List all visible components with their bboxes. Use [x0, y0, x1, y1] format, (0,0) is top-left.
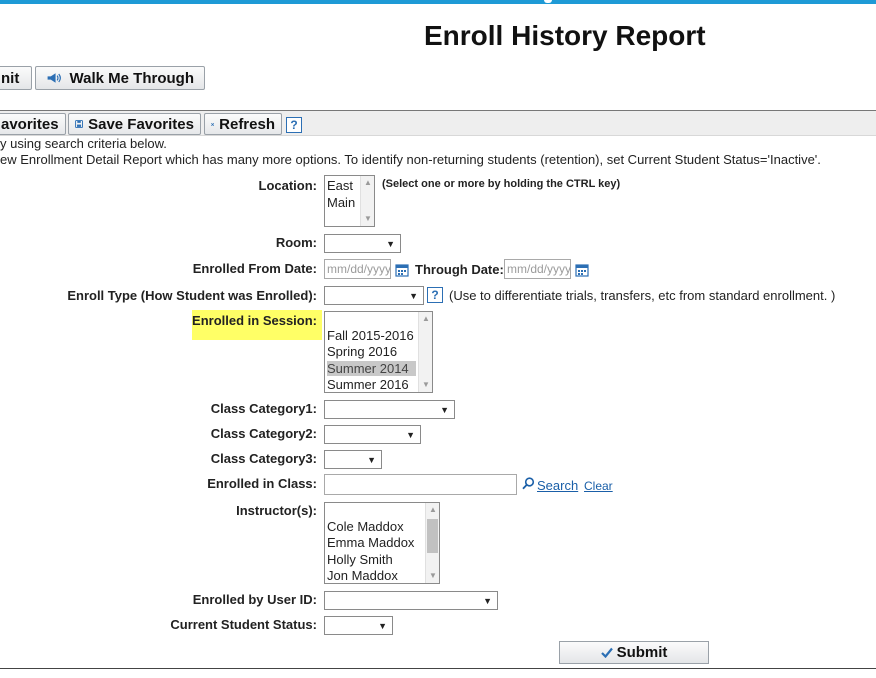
enrolled-from-input[interactable]: mm/dd/yyyy	[324, 259, 391, 279]
status-label: Current Student Status:	[170, 617, 317, 632]
user-id-label: Enrolled by User ID:	[192, 592, 317, 607]
through-date-label: Through Date:	[415, 262, 504, 277]
class-category2-select[interactable]: ▼	[324, 425, 421, 444]
class-category2-label: Class Category2:	[210, 426, 317, 441]
instructors-listbox[interactable]: Cole Maddox Emma Maddox Holly Smith Jon …	[324, 502, 440, 584]
refresh-button[interactable]: Refresh	[204, 113, 282, 135]
chevron-down-icon: ▼	[367, 454, 376, 465]
megaphone-icon	[47, 73, 61, 83]
edit-button[interactable]: nit	[0, 66, 32, 90]
submit-label: Submit	[616, 644, 668, 661]
class-category3-select[interactable]: ▼	[324, 450, 382, 469]
refresh-label: Refresh	[219, 115, 275, 133]
scroll-down-arrow-icon[interactable]: ▼	[361, 213, 374, 225]
class-category1-label: Class Category1:	[210, 401, 317, 416]
location-option[interactable]: Main	[327, 195, 355, 210]
enrolled-from-label: Enrolled From Date:	[192, 261, 317, 276]
location-scrollbar[interactable]: ▲ ▼	[360, 176, 374, 226]
walk-me-through-label: Walk Me Through	[69, 69, 194, 87]
instructor-option[interactable]: Cole Maddox	[327, 519, 404, 534]
instructor-option[interactable]: Jon Maddox	[327, 568, 398, 583]
chevron-down-icon: ▼	[378, 620, 387, 631]
scroll-up-arrow-icon[interactable]: ▲	[419, 313, 432, 325]
chevron-down-icon: ▼	[409, 290, 418, 301]
instructor-option[interactable]: Holly Smith	[327, 552, 393, 567]
location-option[interactable]: East	[327, 178, 353, 193]
session-option[interactable]: Fall 2015-2016	[327, 328, 414, 343]
scroll-up-arrow-icon[interactable]: ▲	[426, 504, 439, 516]
class-category3-label: Class Category3:	[210, 451, 317, 466]
room-select[interactable]: ▼	[324, 234, 401, 253]
enrolled-class-input[interactable]	[324, 474, 517, 495]
help-icon[interactable]: ?	[427, 287, 443, 303]
instructors-scrollbar[interactable]: ▲ ▼	[425, 503, 439, 583]
user-id-select[interactable]: ▼	[324, 591, 498, 610]
room-label: Room:	[275, 235, 317, 250]
page-title: Enroll History Report	[424, 20, 706, 51]
through-date-input[interactable]: mm/dd/yyyy	[504, 259, 571, 279]
chevron-down-icon: ▼	[483, 595, 492, 606]
search-link[interactable]: Search	[537, 478, 578, 493]
edit-button-label: nit	[1, 69, 20, 87]
session-option-selected[interactable]: Summer 2014	[327, 361, 416, 376]
enroll-type-note: (Use to differentiate trials, transfers,…	[449, 288, 836, 303]
refresh-x-icon	[211, 122, 215, 126]
session-option[interactable]: Spring 2016	[327, 344, 397, 359]
location-listbox[interactable]: East Main ▲ ▼	[324, 175, 375, 227]
save-favorites-button[interactable]: Save Favorites	[68, 113, 201, 135]
scroll-down-arrow-icon[interactable]: ▼	[426, 570, 439, 582]
load-favorites-button[interactable]: avorites	[0, 113, 66, 135]
scroll-down-arrow-icon[interactable]: ▼	[419, 379, 432, 391]
help-icon[interactable]: ?	[286, 117, 302, 133]
instructors-label: Instructor(s):	[236, 503, 317, 518]
session-scrollbar[interactable]: ▲ ▼	[418, 312, 432, 392]
chevron-down-icon: ▼	[406, 429, 415, 440]
enroll-type-label: Enroll Type (How Student was Enrolled):	[67, 288, 317, 303]
chevron-down-icon: ▼	[440, 404, 449, 415]
save-icon	[75, 120, 83, 128]
checkmark-icon	[600, 647, 613, 658]
scroll-up-arrow-icon[interactable]: ▲	[361, 177, 374, 189]
class-category1-select[interactable]: ▼	[324, 400, 455, 419]
top-accent-bar	[0, 0, 876, 4]
search-icon[interactable]	[522, 477, 535, 490]
location-label: Location:	[258, 178, 318, 193]
bottom-divider	[0, 668, 876, 669]
enrolled-class-label: Enrolled in Class:	[207, 476, 317, 491]
location-note: (Select one or more by holding the CTRL …	[382, 178, 621, 190]
calendar-icon[interactable]	[575, 263, 589, 277]
info-line-2: ew Enrollment Detail Report which has ma…	[0, 152, 821, 167]
load-favorites-label: avorites	[1, 115, 59, 133]
clear-link[interactable]: Clear	[584, 479, 613, 493]
calendar-icon[interactable]	[395, 263, 409, 277]
chevron-down-icon: ▼	[386, 238, 395, 249]
scrollbar-thumb[interactable]	[427, 519, 438, 553]
info-line-1: y using search criteria below.	[0, 136, 167, 151]
session-option[interactable]: Summer 2016	[327, 377, 409, 392]
session-label: Enrolled in Session:	[192, 313, 317, 328]
status-select[interactable]: ▼	[324, 616, 393, 635]
enroll-type-select[interactable]: ▼	[324, 286, 424, 305]
save-favorites-label: Save Favorites	[88, 115, 194, 133]
walk-me-through-button[interactable]: Walk Me Through	[35, 66, 205, 90]
session-listbox[interactable]: Fall 2015-2016 Spring 2016 Summer 2014 S…	[324, 311, 433, 393]
submit-button[interactable]: Submit	[559, 641, 709, 664]
instructor-option[interactable]: Emma Maddox	[327, 535, 414, 550]
